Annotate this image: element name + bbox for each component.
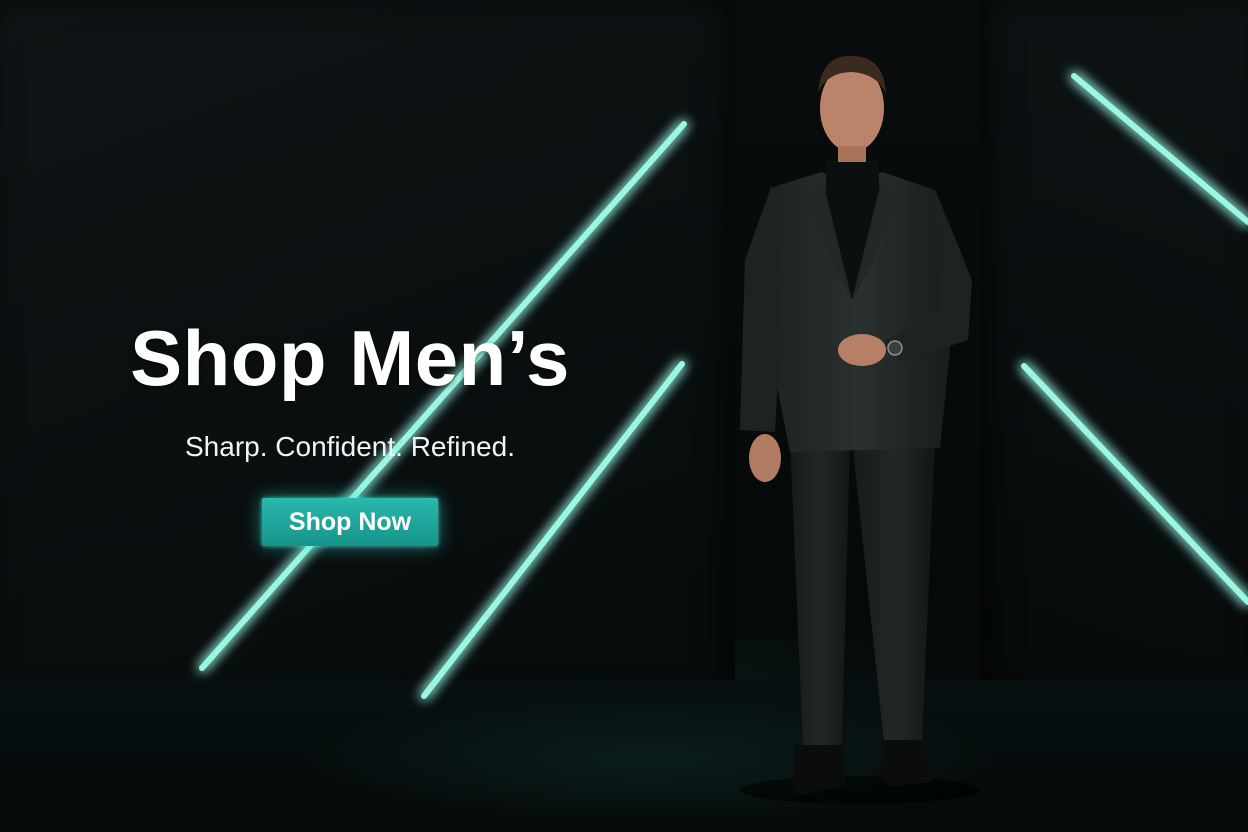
- hero-banner: Shop Men’s Sharp. Confident. Refined. Sh…: [0, 0, 1248, 832]
- shop-now-button[interactable]: Shop Now: [262, 498, 438, 546]
- hero-title: Shop Men’s: [130, 314, 570, 402]
- hero-content: Shop Men’s Sharp. Confident. Refined. Sh…: [100, 312, 600, 546]
- hero-subtitle: Sharp. Confident. Refined.: [185, 431, 515, 462]
- neon-line-3: [1071, 73, 1248, 225]
- neon-line-4: [1021, 363, 1248, 605]
